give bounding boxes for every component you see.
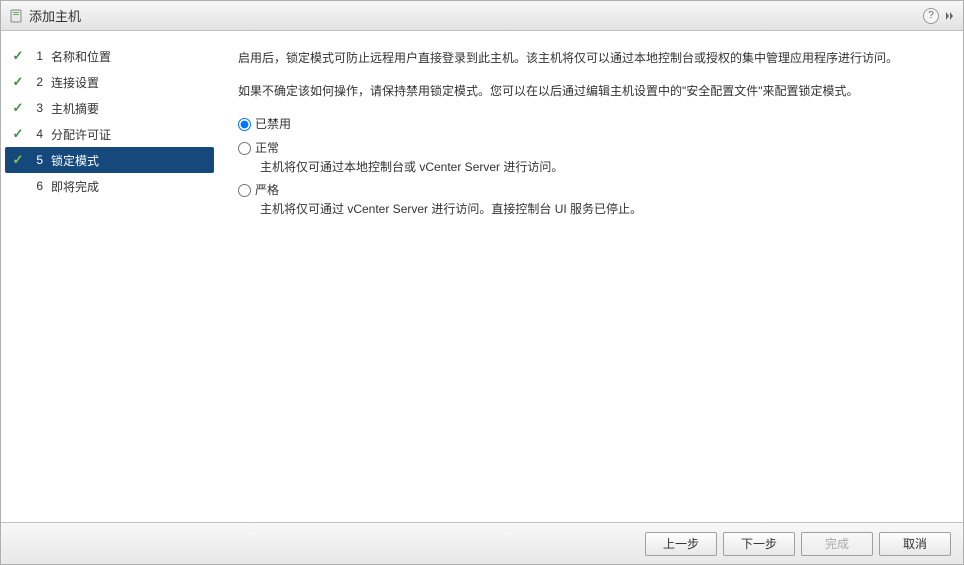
- radio-text: 已禁用: [255, 115, 291, 134]
- step-number: 6: [33, 179, 43, 193]
- wizard-content: 启用后，锁定模式可防止远程用户直接登录到此主机。该主机将仅可以通过本地控制台或授…: [218, 31, 963, 522]
- step-number: 5: [33, 153, 43, 167]
- radio-label-disabled[interactable]: 已禁用: [238, 115, 943, 134]
- radio-text: 严格: [255, 181, 279, 200]
- wizard-dialog: 添加主机 ? ✓ 1 名称和位置 ✓ 2 连接设置: [0, 0, 964, 565]
- back-button[interactable]: 上一步: [645, 532, 717, 556]
- radio-label-strict[interactable]: 严格: [238, 181, 943, 200]
- step-item-2[interactable]: ✓ 2 连接设置: [1, 69, 218, 95]
- checkmark-icon: ✓: [11, 100, 25, 116]
- wizard-title: 添加主机: [29, 6, 81, 25]
- step-label: 连接设置: [51, 74, 210, 91]
- checkmark-icon: ✓: [11, 152, 25, 168]
- radio-option-normal: 正常 主机将仅可通过本地控制台或 vCenter Server 进行访问。: [238, 139, 943, 177]
- step-item-5[interactable]: ✓ 5 锁定模式: [5, 147, 214, 173]
- checkmark-icon: ✓: [11, 48, 25, 64]
- cancel-button[interactable]: 取消: [879, 532, 951, 556]
- header-left: 添加主机: [9, 6, 81, 25]
- wizard-body: ✓ 1 名称和位置 ✓ 2 连接设置 ✓ 3 主机摘要 ✓ 4 分配许可证 ✓: [1, 31, 963, 522]
- step-number: 3: [33, 101, 43, 115]
- host-icon: [9, 8, 23, 24]
- radio-text: 正常: [255, 139, 279, 158]
- step-number: 1: [33, 49, 43, 63]
- radio-strict[interactable]: [238, 184, 251, 197]
- step-label: 分配许可证: [51, 126, 210, 143]
- checkmark-icon: ✓: [11, 126, 25, 142]
- expand-icon[interactable]: [945, 11, 955, 21]
- header-right: ?: [923, 8, 955, 24]
- radio-label-normal[interactable]: 正常: [238, 139, 943, 158]
- content-paragraph-1: 启用后，锁定模式可防止远程用户直接登录到此主机。该主机将仅可以通过本地控制台或授…: [238, 49, 943, 68]
- step-number: 4: [33, 127, 43, 141]
- finish-button: 完成: [801, 532, 873, 556]
- step-item-1[interactable]: ✓ 1 名称和位置: [1, 43, 218, 69]
- content-paragraph-2: 如果不确定该如何操作，请保持禁用锁定模式。您可以在以后通过编辑主机设置中的"安全…: [238, 82, 943, 101]
- step-item-6[interactable]: 6 即将完成: [1, 173, 218, 199]
- radio-option-strict: 严格 主机将仅可通过 vCenter Server 进行访问。直接控制台 UI …: [238, 181, 943, 219]
- radio-normal[interactable]: [238, 142, 251, 155]
- wizard-header: 添加主机 ?: [1, 1, 963, 31]
- step-item-4[interactable]: ✓ 4 分配许可证: [1, 121, 218, 147]
- help-icon[interactable]: ?: [923, 8, 939, 24]
- step-number: 2: [33, 75, 43, 89]
- radio-option-disabled: 已禁用: [238, 115, 943, 134]
- radio-disabled[interactable]: [238, 118, 251, 131]
- step-item-3[interactable]: ✓ 3 主机摘要: [1, 95, 218, 121]
- next-button[interactable]: 下一步: [723, 532, 795, 556]
- radio-desc-strict: 主机将仅可通过 vCenter Server 进行访问。直接控制台 UI 服务已…: [260, 200, 943, 219]
- step-label: 名称和位置: [51, 48, 210, 65]
- wizard-footer: 上一步 下一步 完成 取消: [1, 522, 963, 564]
- step-label: 主机摘要: [51, 100, 210, 117]
- checkmark-icon: ✓: [11, 74, 25, 90]
- radio-desc-normal: 主机将仅可通过本地控制台或 vCenter Server 进行访问。: [260, 158, 943, 177]
- step-label: 即将完成: [51, 178, 210, 195]
- lockdown-mode-radio-group: 已禁用 正常 主机将仅可通过本地控制台或 vCenter Server 进行访问…: [238, 115, 943, 219]
- wizard-sidebar: ✓ 1 名称和位置 ✓ 2 连接设置 ✓ 3 主机摘要 ✓ 4 分配许可证 ✓: [1, 31, 218, 522]
- step-label: 锁定模式: [51, 152, 210, 169]
